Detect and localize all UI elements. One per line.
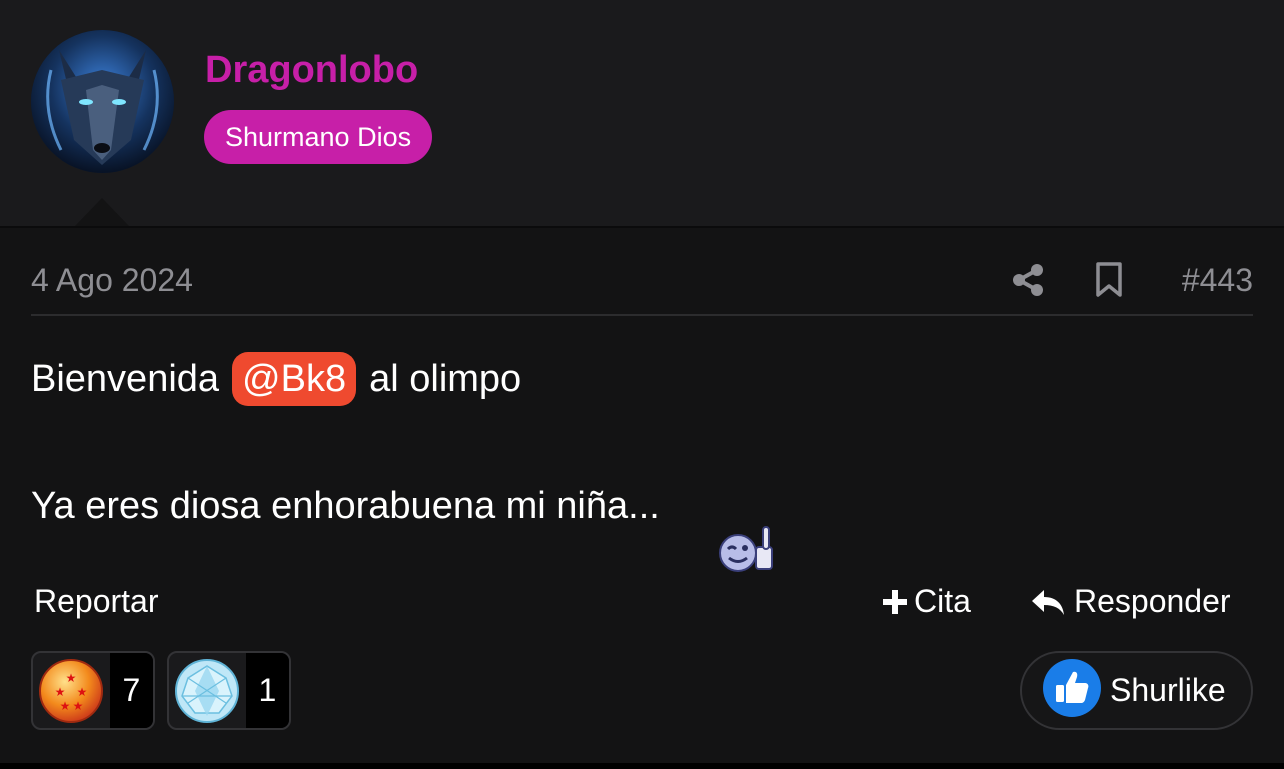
share-icon[interactable] [1010,262,1046,298]
author-username[interactable]: Dragonlobo [205,49,418,92]
header-pointer [75,198,129,226]
bottom-separator [0,763,1284,769]
post-date[interactable]: 4 Ago 2024 [31,262,193,299]
post-author-header: Dragonlobo Shurmano Dios [0,0,1284,228]
reaction-count: 7 [109,653,153,728]
post-number-link[interactable]: #443 [1182,262,1253,299]
diamond-icon [169,653,246,728]
shurlike-button[interactable]: Shurlike [1020,651,1253,730]
plus-icon [880,587,914,617]
author-rank-badge: Shurmano Dios [204,110,433,164]
svg-text:★: ★ [60,699,71,713]
quote-label: Cita [914,583,971,619]
reaction-diamond[interactable]: 1 [167,651,291,730]
meta-divider [31,314,1253,316]
reply-label: Responder [1074,583,1231,619]
post-text-after-mention: al olimpo [369,357,522,400]
post-text-before-mention: Bienvenida [31,357,220,400]
report-link[interactable]: Reportar [34,583,159,620]
reply-button[interactable]: Responder [1030,583,1231,620]
user-mention[interactable]: @Bk8 [232,352,357,406]
reaction-dragon-ball[interactable]: ★ ★ ★ ★ ★ 7 [31,651,155,730]
reply-arrow-icon [1030,587,1074,617]
bookmark-icon[interactable] [1095,262,1123,298]
svg-text:★: ★ [55,685,66,699]
reaction-count: 1 [245,653,289,728]
dragon-ball-icon: ★ ★ ★ ★ ★ [33,653,110,728]
svg-text:★: ★ [77,685,88,699]
svg-text:★: ★ [73,699,84,713]
thumbs-up-icon [1042,658,1102,723]
svg-text:★: ★ [66,671,77,685]
shurlike-label: Shurlike [1110,672,1226,708]
post-body-line-2: Ya eres diosa enhorabuena mi niña... [31,480,774,572]
wolf-avatar[interactable] [31,30,174,173]
thumbs-up-smiley-icon [674,480,774,572]
quote-button[interactable]: Cita [880,583,971,620]
post-text-line-2: Ya eres diosa enhorabuena mi niña... [31,484,660,527]
post-body-line-1: Bienvenida @Bk8 al olimpo [31,352,521,406]
